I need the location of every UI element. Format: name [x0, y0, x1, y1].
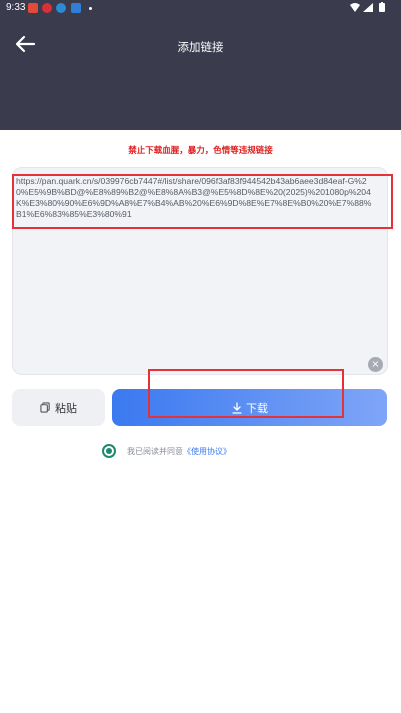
paste-icon — [40, 402, 50, 413]
radio-dot — [106, 448, 112, 454]
paste-label: 粘贴 — [55, 401, 77, 415]
status-right-icons — [349, 2, 391, 16]
status-time: 9:33 — [6, 2, 26, 13]
header-bar — [0, 0, 401, 130]
annotation-box-download — [148, 369, 344, 418]
agreement-text: 我已阅读并同意 — [127, 446, 183, 456]
page-title: 添加链接 — [177, 42, 224, 54]
clear-icon[interactable]: × — [368, 357, 383, 372]
status-bar: 9:33 — [0, 0, 401, 18]
agreement-row: 我已阅读并同意 《使用协议》 — [102, 443, 231, 459]
agreement-radio[interactable] — [102, 444, 116, 458]
app-red-icon — [28, 3, 38, 13]
wifi-signal-battery-icon — [350, 2, 385, 12]
dot-icon — [89, 7, 92, 10]
annotation-box-link — [12, 174, 393, 229]
warning-text: 禁止下载血腥，暴力，色情等违规链接 — [128, 146, 273, 156]
app-blue-icon — [56, 3, 66, 13]
agreement-link[interactable]: 《使用协议》 — [183, 446, 231, 457]
app-blue-2-icon — [71, 3, 81, 13]
paste-button[interactable]: 粘贴 — [12, 389, 105, 426]
app-red-2-icon — [42, 3, 52, 13]
